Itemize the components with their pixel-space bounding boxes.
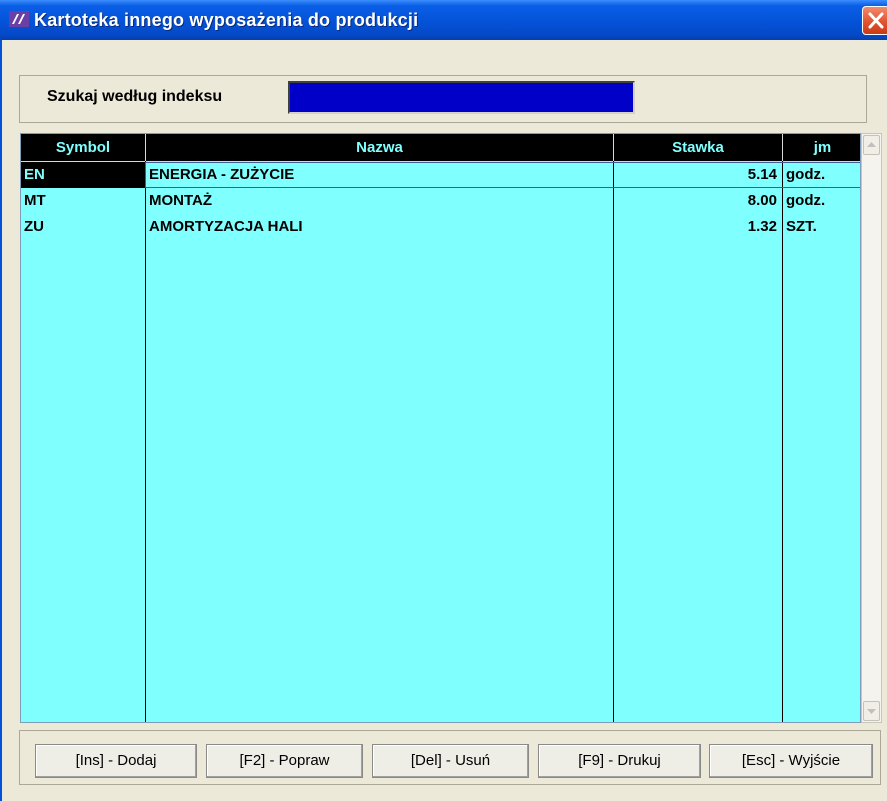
table-row[interactable]: EN ENERGIA - ZUŻYCIE 5.14 godz. — [21, 162, 860, 188]
arrow-up-icon — [867, 142, 876, 147]
edit-button[interactable]: [F2] - Popraw — [206, 744, 363, 778]
close-icon — [868, 12, 884, 29]
cell-stawka: 5.14 — [747, 166, 777, 183]
column-header-stawka[interactable]: Stawka — [614, 134, 783, 161]
column-header-nazwa[interactable]: Nazwa — [146, 134, 614, 161]
data-grid[interactable]: Symbol Nazwa Stawka jm EN ENERGIA - ZUŻY… — [20, 133, 861, 723]
cell-stawka: 1.32 — [747, 218, 777, 235]
cell-symbol: EN — [21, 162, 145, 188]
column-divider — [613, 161, 614, 722]
cell-nazwa: MONTAŻ — [149, 192, 213, 209]
cell-stawka: 8.00 — [747, 192, 777, 209]
close-button[interactable] — [862, 6, 887, 35]
cell-nazwa: AMORTYZACJA HALI — [149, 218, 303, 235]
arrow-down-icon — [867, 709, 876, 714]
add-button[interactable]: [Ins] - Dodaj — [35, 744, 197, 778]
scroll-down-button[interactable] — [863, 701, 880, 721]
vertical-scrollbar[interactable] — [861, 133, 882, 723]
cell-jm: godz. — [786, 192, 826, 209]
cell-symbol: MT — [24, 192, 46, 209]
grid-header: Symbol Nazwa Stawka jm — [21, 134, 860, 161]
column-header-symbol[interactable]: Symbol — [21, 134, 146, 161]
window-title: Kartoteka innego wyposażenia do produkcj… — [34, 10, 419, 30]
table-row[interactable]: ZU AMORTYZACJA HALI 1.32 SZT. — [21, 214, 860, 240]
search-input[interactable] — [288, 81, 635, 114]
column-divider — [782, 161, 783, 722]
cell-jm: godz. — [786, 166, 826, 183]
app-logo-icon — [9, 11, 29, 27]
search-label: Szukaj według indeksu — [47, 88, 223, 105]
cell-nazwa: ENERGIA - ZUŻYCIE — [149, 166, 295, 183]
cell-jm: SZT. — [786, 218, 817, 235]
delete-button[interactable]: [Del] - Usuń — [372, 744, 529, 778]
cell-symbol: ZU — [24, 218, 44, 235]
title-bar[interactable]: Kartoteka innego wyposażenia do produkcj… — [0, 0, 887, 41]
column-header-jm[interactable]: jm — [783, 134, 860, 161]
print-button[interactable]: [F9] - Drukuj — [538, 744, 701, 778]
table-row[interactable]: MT MONTAŻ 8.00 godz. — [21, 188, 860, 214]
column-divider — [145, 161, 146, 722]
scroll-up-button[interactable] — [863, 135, 880, 155]
exit-button[interactable]: [Esc] - Wyjście — [709, 744, 873, 778]
